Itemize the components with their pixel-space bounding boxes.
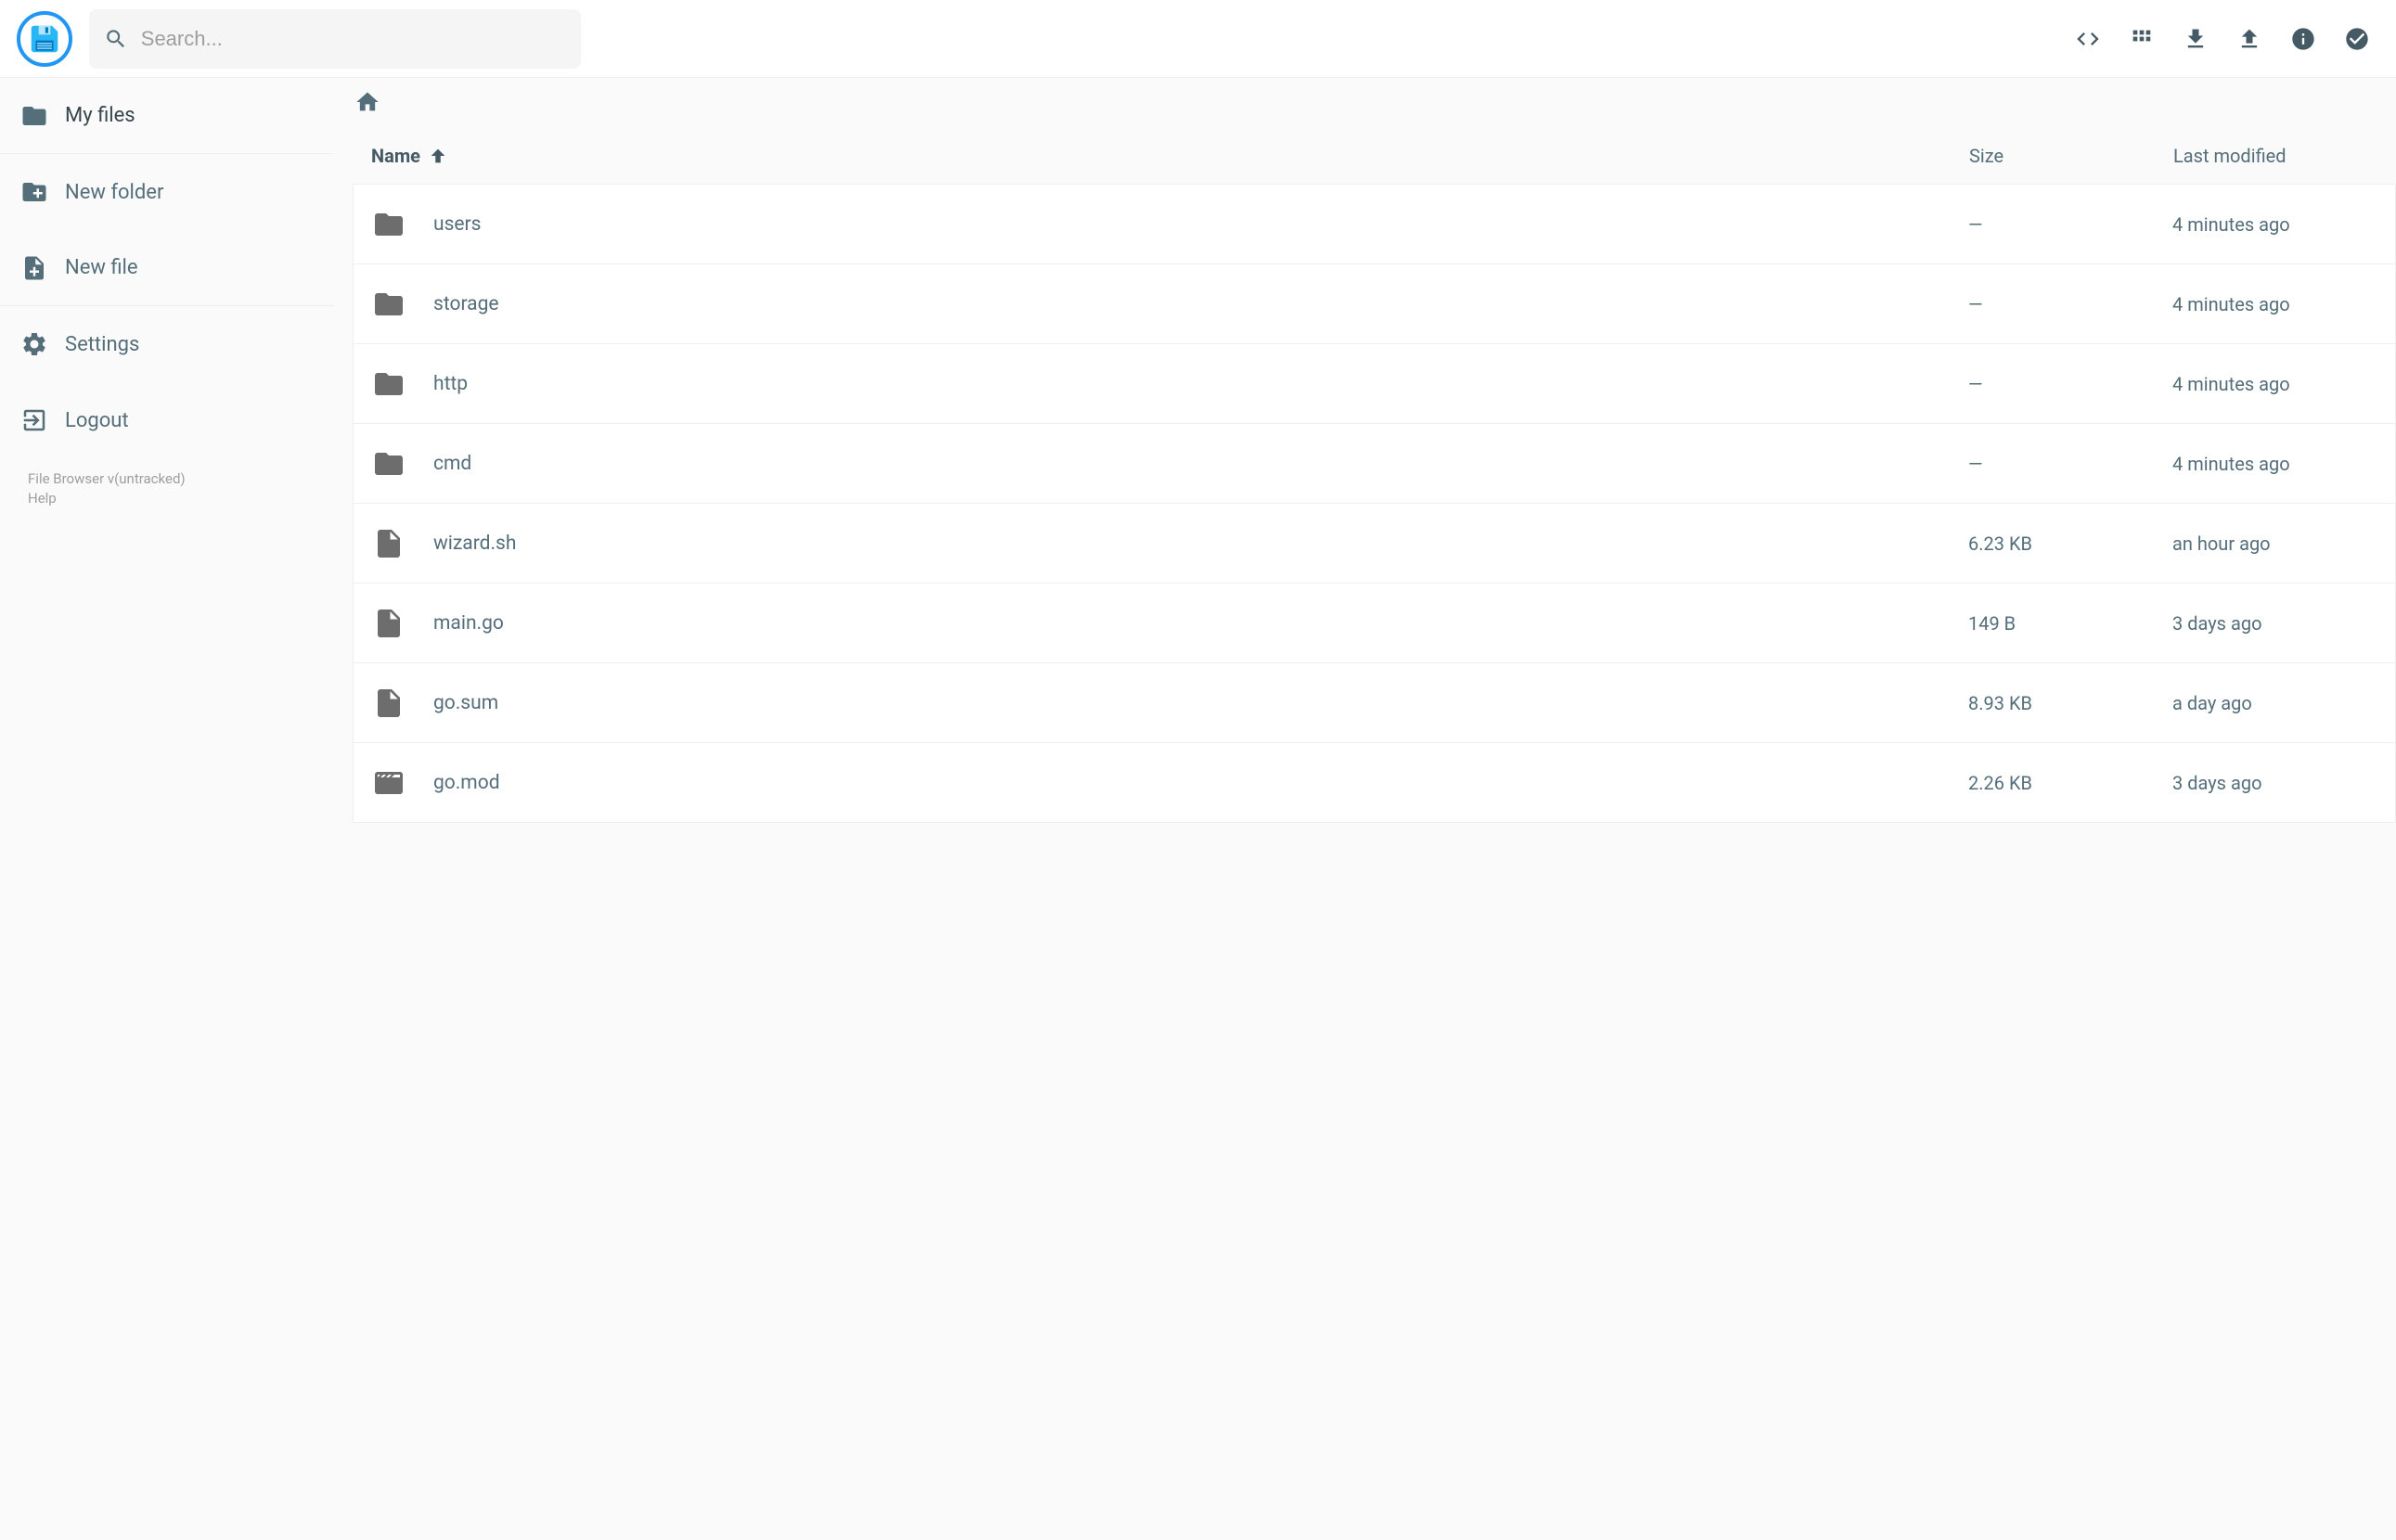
column-modified-sort[interactable]: Last modified [2173,145,2396,167]
upload-icon [2236,26,2262,52]
file-size: — [1968,453,2172,475]
file-row[interactable]: cmd—4 minutes ago [353,424,2396,504]
sidebar-item-my-files[interactable]: My files [0,78,334,154]
file-name: http [433,373,1968,395]
file-modified: 4 minutes ago [2172,293,2395,315]
info-icon [2290,26,2316,52]
file-icon-cell [372,687,433,720]
column-size-label: Size [1969,145,2003,167]
search-icon [104,26,128,52]
select-all-button[interactable] [2344,26,2370,52]
column-name-label: Name [371,145,420,167]
folder-icon [372,288,406,321]
sidebar-item-label: Settings [65,333,139,356]
code-icon [2075,26,2101,52]
file-icon-cell [372,447,433,481]
file-name: main.go [433,612,1968,635]
search-input[interactable] [141,27,566,51]
file-row[interactable]: go.mod2.26 KB3 days ago [353,743,2396,823]
file-icon-cell [372,766,433,800]
info-button[interactable] [2290,26,2316,52]
breadcrumb-home[interactable] [354,89,380,115]
file-row[interactable]: http—4 minutes ago [353,344,2396,424]
folder-plus-icon [20,178,48,206]
file-icon-cell [372,367,433,401]
download-icon [2183,26,2209,52]
folder-icon [372,447,406,481]
check-circle-icon [2344,26,2370,52]
sidebar-item-new-folder[interactable]: New folder [0,154,334,230]
file-modified: 3 days ago [2172,772,2395,794]
sidebar-item-settings[interactable]: Settings [0,306,334,382]
file-icon-cell [372,288,433,321]
help-link[interactable]: Help [28,490,57,507]
list-header: Name Size Last modified [353,132,2396,185]
file-icon-cell [372,527,433,560]
sidebar: My files New folder New file Settings Lo… [0,78,334,1540]
file-icon [372,607,406,640]
folder-icon [372,367,406,401]
sidebar-item-label: Logout [65,409,129,432]
file-name: storage [433,293,1968,315]
file-plus-icon [20,254,48,282]
file-modified: 3 days ago [2172,612,2395,635]
file-size: — [1968,213,2172,236]
file-modified: an hour ago [2172,533,2395,555]
file-modified: 4 minutes ago [2172,373,2395,395]
sidebar-item-label: New folder [65,181,163,204]
file-name: cmd [433,453,1968,475]
gear-icon [20,330,48,358]
file-row[interactable]: users—4 minutes ago [353,185,2396,264]
file-size: 8.93 KB [1968,692,2172,714]
file-size: — [1968,373,2172,395]
file-size: 149 B [1968,612,2172,635]
floppy-disk-icon [27,21,62,57]
search-box[interactable] [89,9,581,69]
sidebar-item-logout[interactable]: Logout [0,382,334,458]
file-name: wizard.sh [433,533,1968,555]
file-size: 6.23 KB [1968,533,2172,555]
file-modified: a day ago [2172,692,2395,714]
file-row[interactable]: go.sum8.93 KBa day ago [353,663,2396,743]
sidebar-item-label: New file [65,256,138,279]
folder-icon [372,208,406,241]
logout-icon [20,406,48,434]
sidebar-item-new-file[interactable]: New file [0,230,334,306]
app-logo [17,11,72,67]
breadcrumb [353,89,2396,132]
file-name: go.sum [433,692,1968,714]
home-icon [354,89,380,115]
file-name: users [433,213,1968,236]
folder-icon [20,102,48,130]
file-icon [372,687,406,720]
column-modified-label: Last modified [2173,145,2287,167]
file-row[interactable]: storage—4 minutes ago [353,264,2396,344]
file-icon [372,527,406,560]
file-row[interactable]: main.go149 B3 days ago [353,584,2396,663]
main-area: Name Size Last modified users—4 minutes … [334,78,2396,1540]
file-list: users—4 minutes agostorage—4 minutes ago… [353,185,2396,823]
app-header [0,0,2396,78]
file-size: 2.26 KB [1968,772,2172,794]
header-actions [2075,26,2379,52]
grid-icon [2129,26,2155,52]
download-button[interactable] [2183,26,2209,52]
file-icon-cell [372,208,433,241]
file-modified: 4 minutes ago [2172,213,2395,236]
upload-button[interactable] [2236,26,2262,52]
file-icon-cell [372,607,433,640]
version-label: File Browser v(untracked) [28,469,306,489]
grid-view-button[interactable] [2129,26,2155,52]
file-row[interactable]: wizard.sh6.23 KBan hour ago [353,504,2396,584]
sidebar-item-label: My files [65,104,135,127]
column-name-sort[interactable]: Name [371,145,1969,167]
sidebar-footer: File Browser v(untracked) Help [0,458,334,508]
file-size: — [1968,293,2172,315]
movie-icon [372,766,406,800]
file-name: go.mod [433,772,1968,794]
arrow-up-icon [428,146,448,166]
shell-button[interactable] [2075,26,2101,52]
column-size-sort[interactable]: Size [1969,145,2173,167]
file-modified: 4 minutes ago [2172,453,2395,475]
